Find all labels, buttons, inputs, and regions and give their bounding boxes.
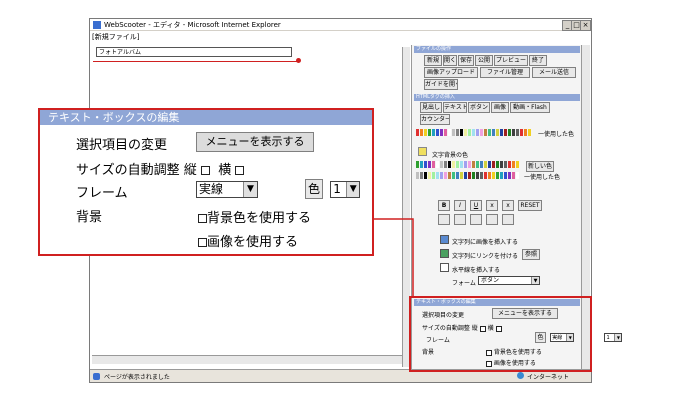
chevron-down-icon: ▼ [346, 182, 360, 197]
frame-color-button[interactable]: 色 [305, 179, 323, 199]
callout-panel: テキスト・ボックスの編集 選択項目の変更 メニューを表示する サイズの自動調整 … [38, 108, 374, 256]
auto-size-row: サイズの自動調整 縦 横 [76, 159, 245, 178]
callout-title: テキスト・ボックスの編集 [40, 110, 372, 125]
frame-style-select[interactable]: 実線 ▼ [196, 181, 258, 198]
bg-label: 背景 [76, 210, 103, 225]
frame-width-select[interactable]: 1 ▼ [330, 181, 361, 198]
change-label: 選択項目の変更 [76, 138, 168, 153]
auto-size-label: サイズの自動調整 [76, 163, 180, 178]
bg-color-checkbox[interactable] [198, 214, 207, 223]
frame-label: フレーム [76, 186, 128, 201]
vertical-label: 縦 [183, 163, 197, 178]
menu-button[interactable]: メニューを表示する [196, 132, 314, 152]
bg-color-label: 背景色を使用する [207, 211, 312, 226]
frame-width-value: 1 [333, 182, 341, 196]
vertical-checkbox[interactable] [200, 166, 210, 175]
bg-image-label: 画像を使用する [207, 235, 299, 250]
bg-image-row: 画像を使用する [198, 231, 298, 250]
chevron-down-icon: ▼ [243, 182, 257, 197]
bg-image-checkbox[interactable] [198, 238, 207, 247]
bg-color-row: 背景色を使用する [198, 207, 311, 226]
frame-style-value: 実線 [199, 182, 224, 196]
horizontal-checkbox[interactable] [235, 166, 245, 175]
horizontal-label: 横 [218, 163, 232, 178]
